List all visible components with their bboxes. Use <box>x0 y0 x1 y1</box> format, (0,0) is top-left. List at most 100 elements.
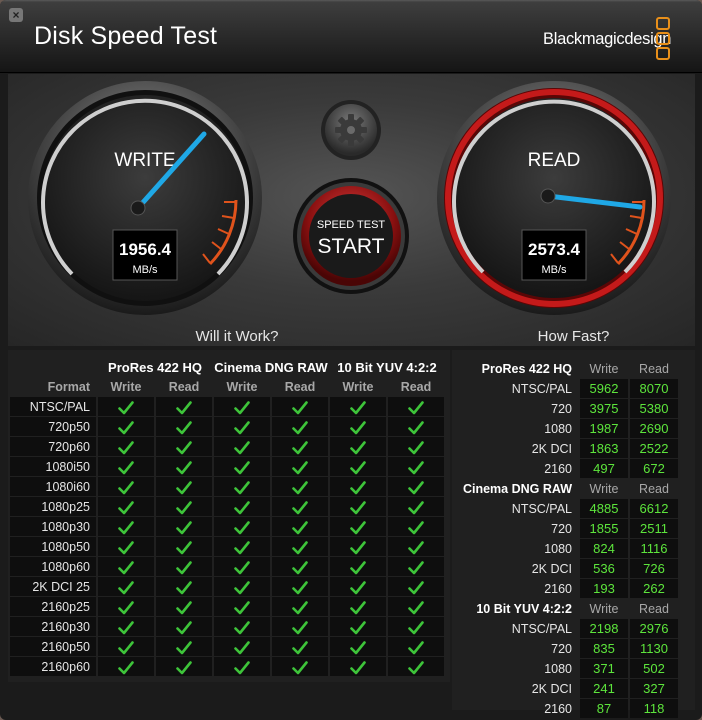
compatibility-cell <box>156 657 212 676</box>
checkmark-icon <box>292 560 308 574</box>
compatibility-cell <box>98 557 154 576</box>
format-label: 1080 <box>544 421 572 436</box>
compatibility-cell <box>214 397 270 416</box>
table-row: 1080p50 <box>10 537 444 556</box>
read-fps-value: 262 <box>630 579 678 598</box>
compatibility-cell <box>272 657 328 676</box>
format-label: 2160 <box>544 461 572 476</box>
compatibility-cell <box>156 497 212 516</box>
checkmark-icon <box>118 580 134 594</box>
checkmark-icon <box>118 440 134 454</box>
compatibility-cell <box>214 437 270 456</box>
format-label: 720 <box>551 401 572 416</box>
checkmark-icon <box>408 580 424 594</box>
write-fps-value: 371 <box>580 659 628 678</box>
gauge-area: WRITE 1956.4 MB/s READ 2573.4 MB/s SPEED… <box>8 74 695 346</box>
compatibility-cell <box>214 637 270 656</box>
checkmark-icon <box>408 460 424 474</box>
compatibility-cell <box>330 457 386 476</box>
read-gauge-label: READ <box>528 150 581 171</box>
checkmark-icon <box>176 420 192 434</box>
read-fps-value: 6612 <box>630 499 678 518</box>
read-fps-value: 2511 <box>630 519 678 538</box>
compatibility-cell <box>214 537 270 556</box>
checkmark-icon <box>176 400 192 414</box>
checkmark-icon <box>118 520 134 534</box>
compatibility-cell <box>272 537 328 556</box>
compatibility-cell <box>388 557 444 576</box>
checkmark-icon <box>176 640 192 654</box>
read-column-header: Read <box>284 379 316 394</box>
write-fps-value: 497 <box>580 459 628 478</box>
write-column-header: Write <box>226 379 258 394</box>
settings-button[interactable] <box>321 100 381 160</box>
format-label: 720 <box>551 641 572 656</box>
checkmark-icon <box>292 620 308 634</box>
read-column-header: Read <box>639 481 669 496</box>
close-icon: × <box>12 8 20 22</box>
read-fps-value: 8070 <box>630 379 678 398</box>
checkmark-icon <box>292 400 308 414</box>
compatibility-cell <box>388 517 444 536</box>
compatibility-cell <box>214 577 270 596</box>
checkmark-icon <box>176 500 192 514</box>
format-label: 1080p25 <box>10 497 96 516</box>
checkmark-icon <box>234 480 250 494</box>
checkmark-icon <box>350 480 366 494</box>
read-speed-value: 2573.4 <box>528 240 581 259</box>
title-bar: × Disk Speed Test Blackmagicdesign <box>0 0 702 73</box>
table-row: 2160p50 <box>10 637 444 656</box>
checkmark-icon <box>350 440 366 454</box>
table-row: 2K DCI 241 327 <box>454 679 678 698</box>
compatibility-cell <box>388 637 444 656</box>
checkmark-icon <box>350 540 366 554</box>
compatibility-cell <box>156 597 212 616</box>
compatibility-cell <box>330 477 386 496</box>
table-row: 2160p60 <box>10 657 444 676</box>
format-label: 1080i50 <box>10 457 96 476</box>
checkmark-icon <box>234 460 250 474</box>
format-label: 720p50 <box>10 417 96 436</box>
checkmark-icon <box>350 400 366 414</box>
checkmark-icon <box>176 600 192 614</box>
checkmark-icon <box>118 400 134 414</box>
read-fps-value: 502 <box>630 659 678 678</box>
checkmark-icon <box>292 580 308 594</box>
group-title: ProRes 422 HQ <box>481 361 572 376</box>
write-fps-value: 536 <box>580 559 628 578</box>
table-row: 720p60 <box>10 437 444 456</box>
table-row: NTSC/PAL <box>10 397 444 416</box>
checkmark-icon <box>408 540 424 554</box>
compatibility-cell <box>330 397 386 416</box>
checkmark-icon <box>176 440 192 454</box>
compatibility-cell <box>388 437 444 456</box>
compatibility-cell <box>156 537 212 556</box>
checkmark-icon <box>408 640 424 654</box>
compatibility-cell <box>98 417 154 436</box>
checkmark-icon <box>118 600 134 614</box>
table-row: 1080p60 <box>10 557 444 576</box>
write-column-header: Write <box>589 601 619 616</box>
format-label: 2K DCI <box>531 561 572 576</box>
checkmark-icon <box>408 480 424 494</box>
will-it-work-table: ProRes 422 HQ Cinema DNG RAW 10 Bit YUV … <box>8 357 446 677</box>
checkmark-icon <box>350 500 366 514</box>
compatibility-cell <box>214 557 270 576</box>
compatibility-cell <box>272 637 328 656</box>
how-fast-table: ProRes 422 HQ Write Read NTSC/PAL 5962 8070 72… <box>452 358 680 719</box>
table-row: 2160 87 118 <box>454 699 678 718</box>
close-button[interactable]: × <box>9 8 23 22</box>
start-button-subtitle: SPEED TEST <box>317 219 386 231</box>
compatibility-cell <box>388 617 444 636</box>
checkmark-icon <box>350 560 366 574</box>
compatibility-cell <box>388 657 444 676</box>
checkmark-icon <box>176 660 192 674</box>
write-fps-value: 87 <box>580 699 628 718</box>
write-speed-unit: MB/s <box>132 264 158 276</box>
compatibility-cell <box>272 617 328 636</box>
write-column-header: Write <box>342 379 374 394</box>
format-label: NTSC/PAL <box>511 501 572 516</box>
read-fps-value: 2522 <box>630 439 678 458</box>
disk-speed-test-window: × Disk Speed Test Blackmagicdesign WRITE… <box>0 0 702 720</box>
speed-test-start-button[interactable]: SPEED TEST START <box>293 178 409 294</box>
